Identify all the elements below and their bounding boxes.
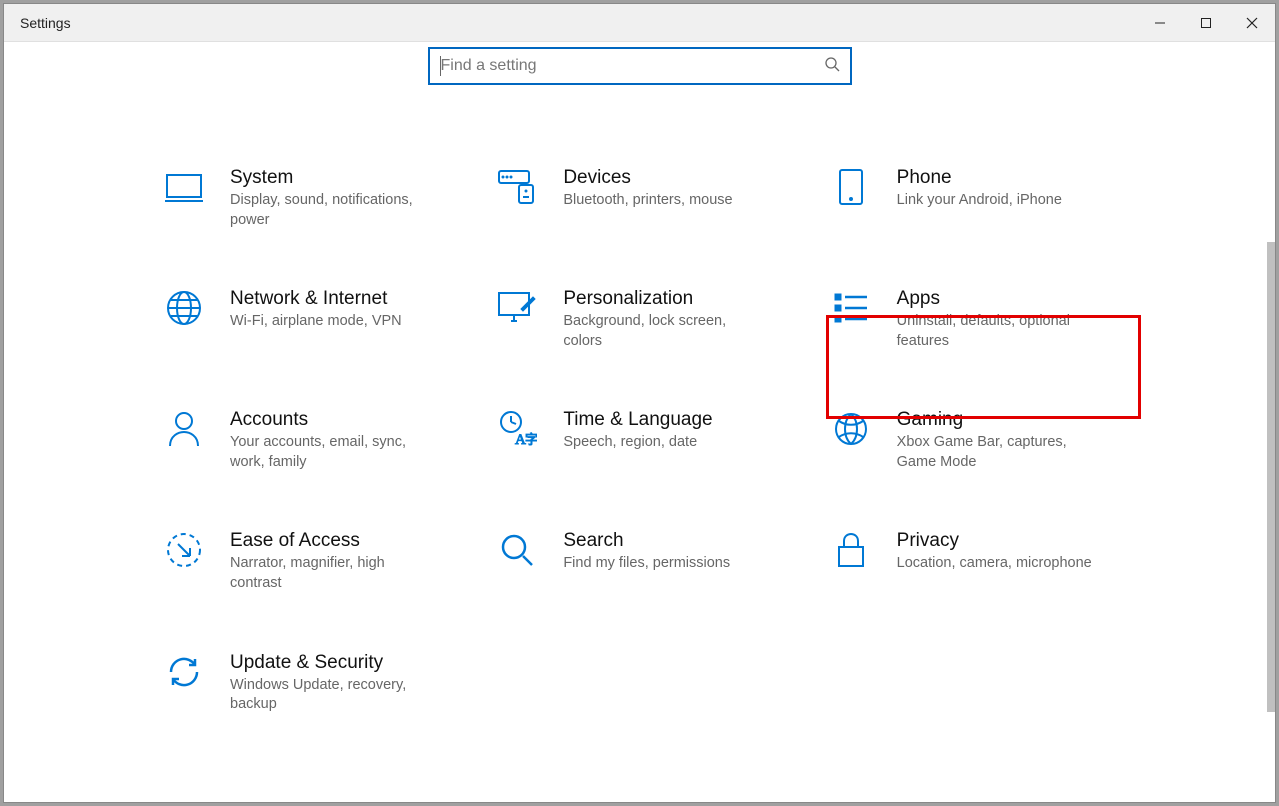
tile-title: Update & Security <box>230 652 430 674</box>
tile-system[interactable]: System Display, sound, notifications, po… <box>164 167 477 230</box>
tile-update-security[interactable]: Update & Security Windows Update, recove… <box>164 652 482 715</box>
tile-title: Privacy <box>897 530 1092 552</box>
content-area: Find a setting System Display, sound, no… <box>4 42 1275 802</box>
vertical-scrollbar[interactable] <box>1267 242 1275 712</box>
window-title: Settings <box>20 15 71 31</box>
tile-desc: Speech, region, date <box>563 433 712 453</box>
phone-icon <box>831 167 871 207</box>
tile-title: System <box>230 167 430 189</box>
tile-desc: Your accounts, email, sync, work, family <box>230 433 430 472</box>
apps-icon <box>831 288 871 328</box>
tile-ease-of-access[interactable]: Ease of Access Narrator, magnifier, high… <box>164 530 477 593</box>
tile-title: Search <box>563 530 730 552</box>
tile-desc: Narrator, magnifier, high contrast <box>230 554 430 593</box>
window-controls <box>1137 4 1275 41</box>
tile-network[interactable]: Network & Internet Wi-Fi, airplane mode,… <box>164 288 477 351</box>
tile-phone[interactable]: Phone Link your Android, iPhone <box>831 167 1144 230</box>
ease-of-access-icon <box>164 530 204 570</box>
tile-desc: Link your Android, iPhone <box>897 191 1062 211</box>
tile-time-language[interactable]: A字 Time & Language Speech, region, date <box>497 409 810 472</box>
tile-desc: Uninstall, defaults, optional features <box>897 312 1097 351</box>
tile-accounts[interactable]: Accounts Your accounts, email, sync, wor… <box>164 409 477 472</box>
search-placeholder: Find a setting <box>441 57 824 75</box>
tile-desc: Windows Update, recovery, backup <box>230 676 430 715</box>
tile-gaming[interactable]: Gaming Xbox Game Bar, captures, Game Mod… <box>831 409 1144 472</box>
tile-desc: Bluetooth, printers, mouse <box>563 191 732 211</box>
gaming-icon <box>831 409 871 449</box>
tile-desc: Find my files, permissions <box>563 554 730 574</box>
update-security-icon <box>164 652 204 692</box>
close-button[interactable] <box>1229 4 1275 41</box>
tile-title: Time & Language <box>563 409 712 431</box>
svg-text:字: 字 <box>525 432 537 447</box>
tile-desc: Background, lock screen, colors <box>563 312 763 351</box>
tile-desc: Display, sound, notifications, power <box>230 191 430 230</box>
tile-privacy[interactable]: Privacy Location, camera, microphone <box>831 530 1144 593</box>
tile-desc: Wi-Fi, airplane mode, VPN <box>230 312 402 332</box>
minimize-button[interactable] <box>1137 4 1183 41</box>
network-icon <box>164 288 204 328</box>
tile-title: Accounts <box>230 409 430 431</box>
tile-title: Ease of Access <box>230 530 430 552</box>
tile-desc: Location, camera, microphone <box>897 554 1092 574</box>
tile-devices[interactable]: Devices Bluetooth, printers, mouse <box>497 167 810 230</box>
maximize-button[interactable] <box>1183 4 1229 41</box>
tile-search[interactable]: Search Find my files, permissions <box>497 530 810 593</box>
search-category-icon <box>497 530 537 570</box>
system-icon <box>164 167 204 207</box>
tile-title: Apps <box>897 288 1097 310</box>
time-language-icon: A字 <box>497 409 537 449</box>
tile-title: Devices <box>563 167 732 189</box>
search-icon <box>824 56 840 77</box>
devices-icon <box>497 167 537 207</box>
tile-personalization[interactable]: Personalization Background, lock screen,… <box>497 288 810 351</box>
tile-title: Network & Internet <box>230 288 402 310</box>
titlebar: Settings <box>4 4 1275 42</box>
settings-window: Settings Find a setting <box>3 3 1276 803</box>
settings-grid: System Display, sound, notifications, po… <box>164 167 1164 773</box>
search-input[interactable]: Find a setting <box>428 47 852 85</box>
accounts-icon <box>164 409 204 449</box>
tile-title: Personalization <box>563 288 763 310</box>
tile-desc: Xbox Game Bar, captures, Game Mode <box>897 433 1097 472</box>
privacy-icon <box>831 530 871 570</box>
tile-apps[interactable]: Apps Uninstall, defaults, optional featu… <box>831 288 1144 351</box>
tile-title: Gaming <box>897 409 1097 431</box>
personalization-icon <box>497 288 537 328</box>
tile-title: Phone <box>897 167 1062 189</box>
